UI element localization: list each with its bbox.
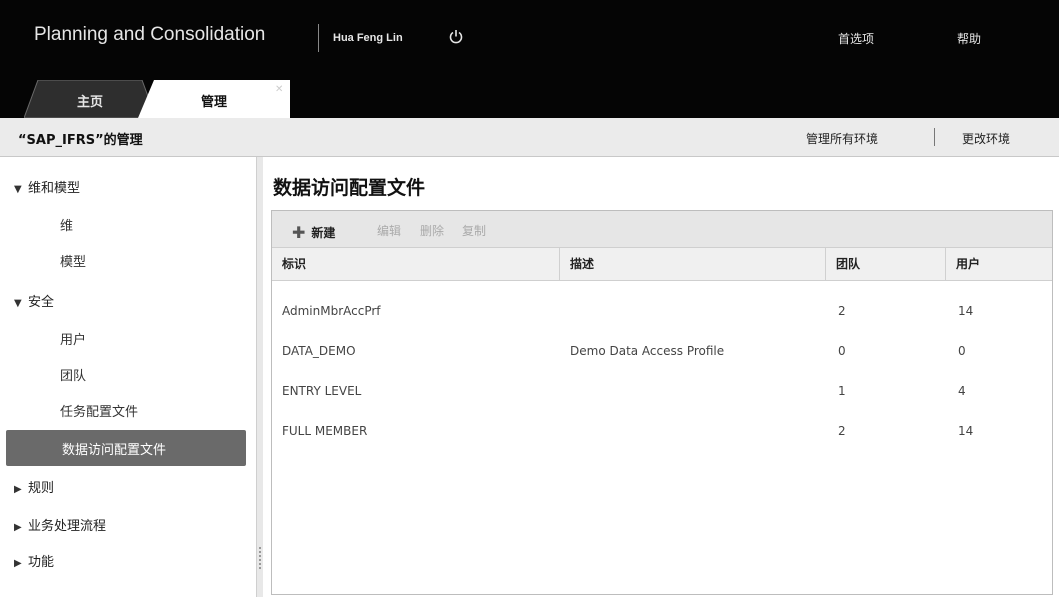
cell-id: FULL MEMBER — [282, 424, 368, 438]
table-row[interactable]: DATA_DEMO Demo Data Access Profile 0 0 — [272, 331, 1052, 371]
column-header-description[interactable]: 描述 — [560, 248, 826, 280]
sidebar-item-task-profiles[interactable]: 任务配置文件 — [60, 401, 138, 420]
cell-teams: 2 — [838, 424, 846, 438]
new-button-label: 新建 — [311, 226, 336, 240]
user-name: Hua Feng Lin — [333, 32, 403, 44]
sidebar-item-models[interactable]: 模型 — [60, 251, 86, 270]
plus-icon: ✚ — [292, 223, 306, 242]
column-header-users[interactable]: 用户 — [946, 248, 1052, 280]
cell-id: ENTRY LEVEL — [282, 384, 362, 398]
chevron-right-icon: ▶ — [14, 558, 22, 569]
column-header-id[interactable]: 标识 — [272, 248, 560, 280]
sidebar-group-security[interactable]: ▼ 安全 — [14, 291, 54, 310]
chevron-down-icon: ▼ — [14, 184, 22, 195]
context-bar: “SAP_IFRS”的管理 管理所有环境 更改环境 — [0, 118, 1059, 157]
sidebar-group-dimensions-models[interactable]: ▼ 维和模型 — [14, 177, 80, 196]
app-title: Planning and Consolidation — [34, 24, 266, 45]
cell-users: 14 — [958, 424, 974, 438]
sidebar-group-label: 功能 — [28, 555, 55, 570]
cell-teams: 2 — [838, 304, 846, 318]
sidebar-group-business-process-flows[interactable]: ▶ 业务处理流程 — [14, 515, 106, 534]
manage-all-environments-link[interactable]: 管理所有环境 — [806, 130, 878, 147]
sidebar-item-teams[interactable]: 团队 — [60, 365, 86, 384]
table-header: 标识 描述 团队 用户 — [272, 248, 1052, 281]
help-link[interactable]: 帮助 — [957, 30, 981, 47]
sidebar-item-data-access-profiles[interactable]: 数据访问配置文件 — [6, 430, 246, 466]
sidebar-group-label: 维和模型 — [28, 181, 81, 196]
sidebar-item-label: 数据访问配置文件 — [62, 443, 167, 458]
cell-id: DATA_DEMO — [282, 344, 356, 358]
cell-id: AdminMbrAccPrf — [282, 304, 381, 318]
title-divider — [318, 24, 319, 52]
cell-description: Demo Data Access Profile — [570, 344, 725, 358]
splitter-grip-icon[interactable] — [259, 547, 261, 569]
cell-users: 4 — [958, 384, 966, 398]
power-icon[interactable] — [448, 29, 464, 45]
sidebar-group-label: 安全 — [28, 295, 55, 310]
close-tab-icon[interactable]: ✕ — [275, 84, 283, 95]
column-header-teams[interactable]: 团队 — [826, 248, 946, 280]
cell-users: 0 — [958, 344, 966, 358]
page-title: 数据访问配置文件 — [273, 177, 426, 199]
toolbar: ✚ 新建 编辑 删除 复制 — [272, 211, 1052, 248]
tab-home[interactable]: 主页 — [24, 80, 156, 118]
chevron-right-icon: ▶ — [14, 522, 22, 533]
profiles-panel: ✚ 新建 编辑 删除 复制 标识 描述 团队 用户 AdminMbrAccPrf … — [271, 210, 1053, 595]
table-row[interactable]: FULL MEMBER 2 14 — [272, 411, 1052, 451]
chevron-right-icon: ▶ — [14, 484, 22, 495]
sidebar-group-label: 规则 — [28, 481, 55, 496]
sidebar-group-rules[interactable]: ▶ 规则 — [14, 477, 54, 496]
preferences-link[interactable]: 首选项 — [838, 30, 874, 47]
context-divider — [934, 128, 935, 146]
app-header: Planning and Consolidation Hua Feng Lin … — [0, 0, 1059, 118]
tab-admin-label: 管理 — [200, 95, 227, 110]
sidebar: ▼ 维和模型 维 模型 ▼ 安全 用户 团队 任务配置文件 数据访问配置文件 ▶ 规则… — [0, 157, 256, 597]
tab-home-label: 主页 — [76, 95, 103, 110]
sidebar-group-features[interactable]: ▶ 功能 — [14, 551, 54, 570]
sidebar-group-label: 业务处理流程 — [28, 519, 107, 534]
table-row[interactable]: AdminMbrAccPrf 2 14 — [272, 291, 1052, 331]
main-content: 数据访问配置文件 ✚ 新建 编辑 删除 复制 标识 描述 团队 用户 AdminM… — [263, 157, 1059, 597]
edit-button[interactable]: 编辑 — [377, 222, 401, 239]
cell-teams: 1 — [838, 384, 846, 398]
cell-teams: 0 — [838, 344, 846, 358]
copy-button[interactable]: 复制 — [462, 222, 486, 239]
new-button[interactable]: ✚ 新建 — [292, 222, 336, 242]
chevron-down-icon: ▼ — [14, 298, 22, 309]
delete-button[interactable]: 删除 — [420, 222, 444, 239]
cell-users: 14 — [958, 304, 974, 318]
tab-admin[interactable]: 管理 — [138, 80, 290, 118]
context-title: “SAP_IFRS”的管理 — [18, 133, 143, 148]
table-row[interactable]: ENTRY LEVEL 1 4 — [272, 371, 1052, 411]
sidebar-item-users[interactable]: 用户 — [60, 329, 86, 348]
sidebar-item-dimensions[interactable]: 维 — [60, 215, 73, 234]
change-environment-link[interactable]: 更改环境 — [962, 130, 1010, 147]
